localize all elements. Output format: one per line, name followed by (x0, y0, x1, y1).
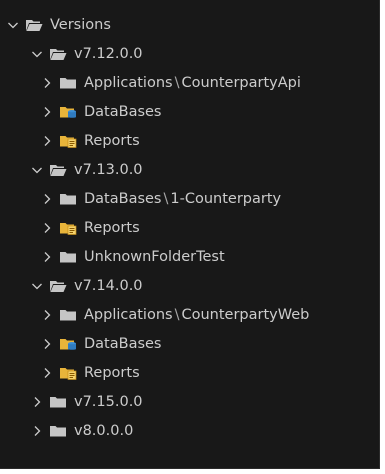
tree-item-databases[interactable]: DataBases (0, 97, 379, 126)
tree-item-label: Applications (84, 74, 173, 91)
tree-item-compact-label: CounterpartyWeb (181, 306, 310, 323)
tree-item-label: v7.14.0.0 (74, 277, 143, 294)
tree-item-label: Versions (50, 16, 111, 33)
chevron-down-icon[interactable] (6, 18, 20, 32)
folder-open-icon (49, 279, 67, 293)
tree-item-databases-1-counterparty[interactable]: DataBases \ 1-Counterparty (0, 184, 379, 213)
folder-open-icon (49, 163, 67, 177)
chevron-right-icon[interactable] (40, 221, 54, 235)
database-folder-icon (59, 105, 77, 119)
chevron-right-icon[interactable] (40, 105, 54, 119)
tree-item-unknownfoldertest[interactable]: UnknownFolderTest (0, 242, 379, 271)
reports-folder-icon (59, 221, 77, 235)
chevron-right-icon[interactable] (40, 366, 54, 380)
tree-item-versions[interactable]: Versions (0, 10, 379, 39)
folder-open-icon (25, 18, 43, 32)
path-separator: \ (174, 74, 180, 91)
chevron-down-icon[interactable] (30, 279, 44, 293)
tree-item-applications-counterpartyweb[interactable]: Applications \ CounterpartyWeb (0, 300, 379, 329)
tree-item-label: v7.13.0.0 (74, 161, 143, 178)
tree-item-label: v7.15.0.0 (74, 393, 143, 410)
tree-item-label: Reports (84, 219, 140, 236)
chevron-right-icon[interactable] (40, 250, 54, 264)
folder-open-icon (49, 47, 67, 61)
tree-item-label: DataBases (84, 103, 162, 120)
tree-item-label: DataBases (84, 335, 162, 352)
folder-icon (59, 308, 77, 322)
tree-item-label: v7.12.0.0 (74, 45, 143, 62)
tree-item-compact-label: CounterpartyApi (181, 74, 301, 91)
chevron-right-icon[interactable] (30, 424, 44, 438)
reports-folder-icon (59, 134, 77, 148)
tree-item-compact-label: 1-Counterparty (170, 190, 282, 207)
tree-item-label: Reports (84, 364, 140, 381)
tree-item-label: DataBases (84, 190, 162, 207)
chevron-down-icon[interactable] (30, 47, 44, 61)
chevron-right-icon[interactable] (40, 192, 54, 206)
path-separator: \ (174, 306, 180, 323)
tree-item-label: v8.0.0.0 (74, 422, 134, 439)
folder-icon (49, 424, 67, 438)
tree-item-reports[interactable]: Reports (0, 213, 379, 242)
chevron-right-icon[interactable] (30, 395, 44, 409)
chevron-right-icon[interactable] (40, 337, 54, 351)
tree-item-version-v7-13-0-0[interactable]: v7.13.0.0 (0, 155, 379, 184)
tree-item-label: Reports (84, 132, 140, 149)
folder-icon (59, 76, 77, 90)
tree-item-reports[interactable]: Reports (0, 358, 379, 387)
folder-icon (49, 395, 67, 409)
tree-item-applications-counterpartyapi[interactable]: Applications \ CounterpartyApi (0, 68, 379, 97)
tree-item-version-v7-12-0-0[interactable]: v7.12.0.0 (0, 39, 379, 68)
chevron-right-icon[interactable] (40, 308, 54, 322)
tree-item-databases[interactable]: DataBases (0, 329, 379, 358)
tree-item-version-v7-14-0-0[interactable]: v7.14.0.0 (0, 271, 379, 300)
folder-icon (59, 250, 77, 264)
tree-item-version-v7-15-0-0[interactable]: v7.15.0.0 (0, 387, 379, 416)
chevron-right-icon[interactable] (40, 134, 54, 148)
tree-item-label: UnknownFolderTest (84, 248, 225, 265)
chevron-down-icon[interactable] (30, 163, 44, 177)
reports-folder-icon (59, 366, 77, 380)
path-separator: \ (163, 190, 169, 207)
tree-item-version-v8-0-0-0[interactable]: v8.0.0.0 (0, 416, 379, 445)
database-folder-icon (59, 337, 77, 351)
folder-tree: Versions v7.12.0.0 Applications \ Counterpa… (0, 10, 379, 445)
chevron-right-icon[interactable] (40, 76, 54, 90)
tree-item-label: Applications (84, 306, 173, 323)
tree-item-reports[interactable]: Reports (0, 126, 379, 155)
folder-icon (59, 192, 77, 206)
explorer-panel: Versions v7.12.0.0 Applications \ Counterpa… (0, 0, 380, 469)
